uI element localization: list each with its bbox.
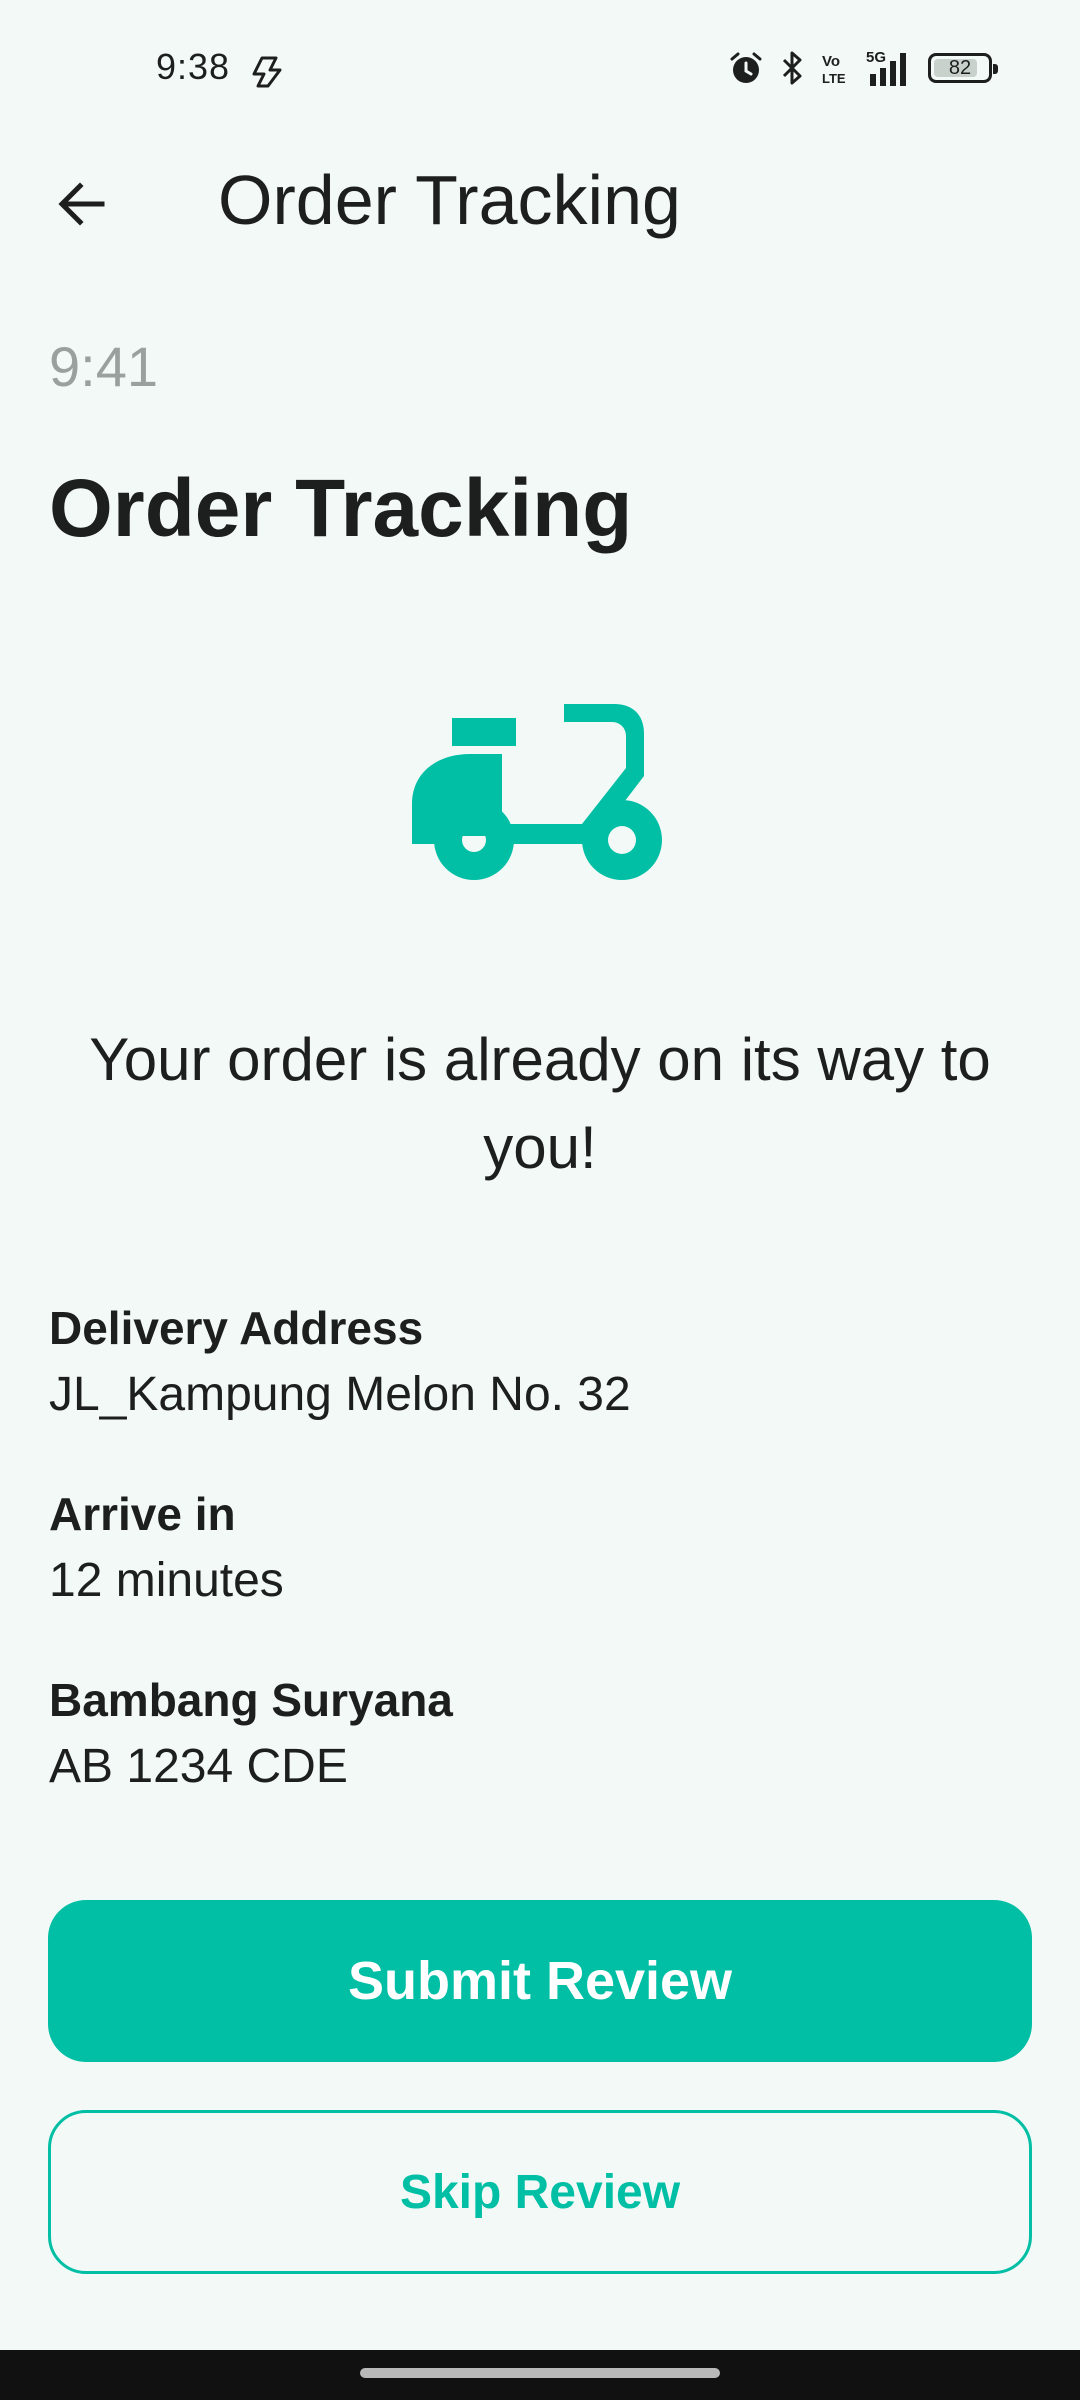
page-time: 9:41: [49, 335, 158, 398]
system-nav-bar: [0, 2350, 1080, 2400]
skip-review-button[interactable]: Skip Review: [48, 2110, 1032, 2274]
alarm-icon: [728, 50, 764, 86]
back-button[interactable]: [40, 162, 124, 246]
network-type-label: 5G: [866, 49, 886, 66]
delivery-address-section: Delivery Address JL_Kampung Melon No. 32: [49, 1296, 1029, 1430]
arrival-section: Arrive in 12 minutes: [49, 1482, 1029, 1616]
status-bar: 9:38 Vo LTE 5G 82: [0, 0, 1080, 140]
home-indicator[interactable]: [360, 2368, 720, 2378]
battery-icon: 82: [928, 53, 998, 83]
bluetooth-icon: [778, 50, 806, 86]
volte-label-bottom: LTE: [822, 71, 846, 86]
status-icons: Vo LTE 5G 82: [728, 46, 998, 90]
page-heading: Order Tracking: [49, 463, 633, 554]
courier-plate: AB 1234 CDE: [49, 1740, 348, 1793]
app-bar-title: Order Tracking: [218, 161, 681, 239]
delivery-address-value: JL_Kampung Melon No. 32: [49, 1368, 631, 1421]
status-message: Your order is already on its way to you!: [89, 1026, 991, 1181]
courier-name: Bambang Suryana: [49, 1674, 453, 1726]
app-bar: Order Tracking: [0, 140, 1080, 260]
5g-signal-icon: 5G: [864, 48, 914, 88]
courier-section: Bambang Suryana AB 1234 CDE: [49, 1668, 1029, 1802]
arrive-label: Arrive in: [49, 1488, 236, 1540]
delivery-address-label: Delivery Address: [49, 1302, 424, 1354]
volte-label-top: Vo: [822, 53, 840, 70]
scooter-icon: [412, 704, 662, 880]
battery-level: 82: [948, 56, 972, 79]
status-time: 9:38: [156, 46, 231, 87]
submit-review-button[interactable]: Submit Review: [48, 1900, 1032, 2062]
copilot-icon: [252, 52, 288, 88]
volte-icon: Vo LTE: [820, 50, 850, 86]
arrow-left-icon: [58, 182, 105, 226]
arrive-value: 12 minutes: [49, 1554, 284, 1607]
